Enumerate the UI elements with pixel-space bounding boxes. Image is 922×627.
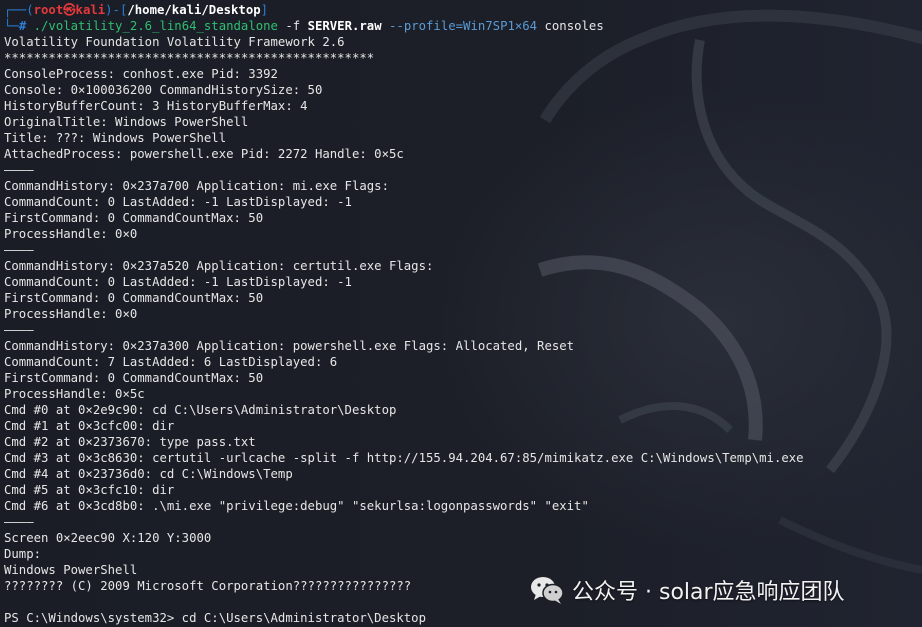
output-line: ProcessHandle: 0×0: [4, 227, 138, 241]
output-line: Cmd #3 at 0×3c8630: certutil -urlcache -…: [4, 451, 804, 465]
command-profile: --profile=Win7SP1×64: [381, 19, 538, 33]
output-line: Title: ???: Windows PowerShell: [4, 131, 227, 145]
command-program: ./volatility_2.6_lin64_standalone: [33, 19, 278, 33]
output-line: Cmd #1 at 0×3cfc00: dir: [4, 419, 175, 433]
output-block: Volatility Foundation Volatility Framewo…: [4, 34, 922, 626]
output-line: ****************************************…: [4, 51, 375, 65]
wechat-icon: [531, 577, 564, 604]
output-line: CommandCount: 7 LastAdded: 6 LastDisplay…: [4, 355, 338, 369]
prompt-line-top: ┌──(root㉿kali)-[/home/kali/Desktop]: [4, 2, 922, 18]
watermark: 公众号 · solar应急响应团队: [530, 574, 845, 606]
prompt-user: root㉿kali: [33, 3, 106, 17]
prompt-hash: #: [18, 19, 34, 33]
prompt-corner-top: ┌──(: [4, 3, 34, 17]
output-line: Volatility Foundation Volatility Framewo…: [4, 35, 345, 49]
command-file: SERVER.raw: [307, 19, 382, 33]
output-line: CommandCount: 0 LastAdded: -1 LastDispla…: [4, 195, 352, 209]
output-line: FirstCommand: 0 CommandCountMax: 50: [4, 291, 264, 305]
output-line: Screen 0×2eec90 X:120 Y:3000: [4, 531, 212, 545]
output-line: ————: [4, 323, 34, 337]
prompt-path: /home/kali/Desktop: [127, 3, 261, 17]
output-line: Cmd #5 at 0×3cfc10: dir: [4, 483, 175, 497]
output-line: Cmd #2 at 0×2373670: type pass.txt: [4, 435, 256, 449]
output-line: ConsoleProcess: conhost.exe Pid: 3392: [4, 67, 278, 81]
output-line: ————: [4, 515, 34, 529]
prompt-close: ]: [260, 3, 269, 17]
output-line: ProcessHandle: 0×5c: [4, 387, 145, 401]
output-line: CommandHistory: 0×237a520 Application: c…: [4, 259, 434, 273]
output-line: ProcessHandle: 0×0: [4, 307, 138, 321]
output-line: CommandHistory: 0×237a300 Application: p…: [4, 339, 575, 353]
output-line: Cmd #4 at 0×23736d0: cd C:\Windows\Temp: [4, 467, 293, 481]
output-line: Cmd #0 at 0×2e9c90: cd C:\Users\Administ…: [4, 403, 397, 417]
output-line: OriginalTitle: Windows PowerShell: [4, 115, 249, 129]
command-plugin: consoles: [537, 19, 604, 33]
output-line: AttachedProcess: powershell.exe Pid: 227…: [4, 147, 404, 161]
terminal-window[interactable]: ┌──(root㉿kali)-[/home/kali/Desktop] └─# …: [0, 0, 922, 627]
output-line: PS C:\Windows\system32> cd C:\Users\Admi…: [4, 611, 426, 625]
watermark-text: 公众号 · solar应急响应团队: [572, 580, 845, 605]
output-line: FirstCommand: 0 CommandCountMax: 50: [4, 371, 264, 385]
output-line: FirstCommand: 0 CommandCountMax: 50: [4, 211, 264, 225]
output-line: ————: [4, 243, 34, 257]
command-line[interactable]: └─# ./volatility_2.6_lin64_standalone -f…: [4, 18, 922, 34]
terminal-output: ┌──(root㉿kali)-[/home/kali/Desktop] └─# …: [4, 2, 922, 626]
prompt-corner-bottom: └─: [4, 19, 19, 33]
output-line: Cmd #6 at 0×3cd8b0: .\mi.exe "privilege:…: [4, 499, 589, 513]
command-flag-f: -f: [277, 19, 308, 33]
prompt-separator: )-[: [105, 3, 128, 17]
output-line: Dump:: [4, 547, 42, 561]
output-line: HistoryBufferCount: 3 HistoryBufferMax: …: [4, 99, 308, 113]
output-line: CommandCount: 0 LastAdded: -1 LastDispla…: [4, 275, 352, 289]
output-line: Console: 0×100036200 CommandHistorySize:…: [4, 83, 323, 97]
output-line: ————: [4, 163, 34, 177]
output-line: CommandHistory: 0×237a700 Application: m…: [4, 179, 389, 193]
